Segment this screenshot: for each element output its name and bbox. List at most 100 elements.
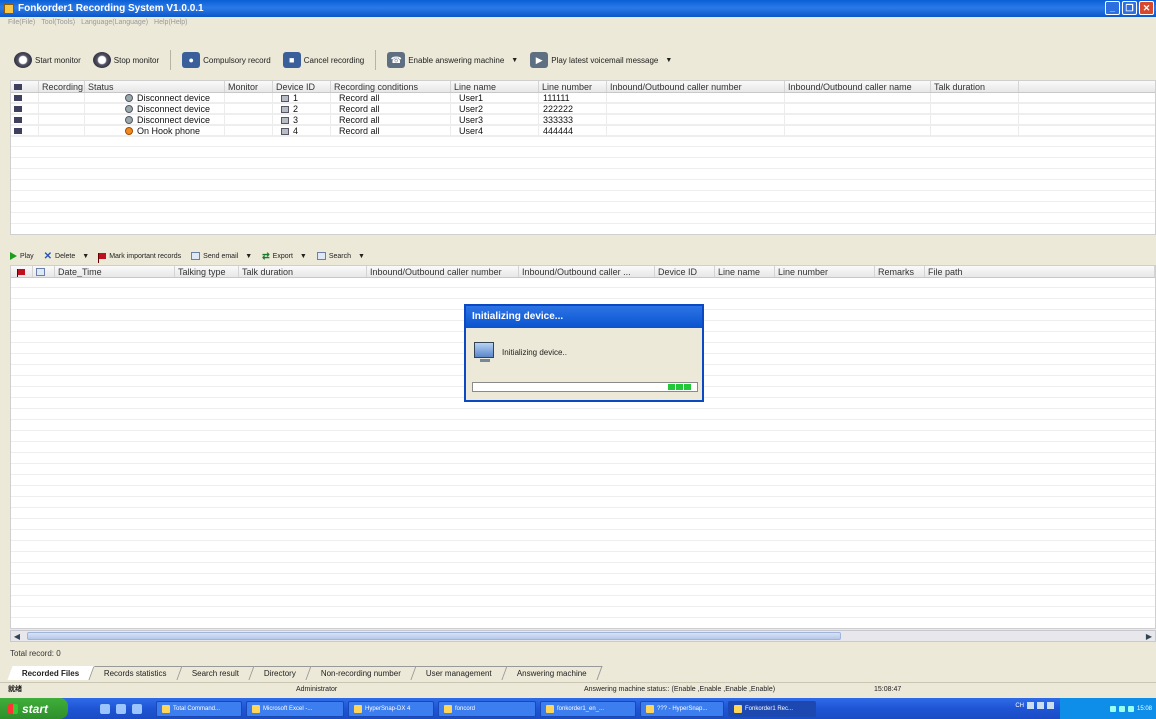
- col-header-monitor[interactable]: Monitor: [225, 81, 273, 92]
- menu-language[interactable]: Language(Language): [81, 19, 148, 26]
- close-button[interactable]: ✕: [1139, 1, 1154, 15]
- chevron-down-icon[interactable]: ▼: [245, 253, 252, 260]
- app-icon: [646, 704, 654, 713]
- col-header-device-id[interactable]: Device ID: [273, 81, 331, 92]
- horizontal-scrollbar[interactable]: ◀ ▶: [10, 630, 1156, 642]
- menu-file[interactable]: File(File): [8, 19, 35, 26]
- line-name-cell: User4: [451, 126, 539, 136]
- col-header-talk-duration[interactable]: Talk duration: [931, 81, 1019, 92]
- col-header-line-name[interactable]: Line name: [451, 81, 539, 92]
- col-header-caller-name[interactable]: Inbound/Outbound caller name: [785, 81, 931, 92]
- quick-launch-icon[interactable]: [116, 703, 126, 714]
- language-bar[interactable]: CH: [1015, 702, 1054, 709]
- col-header-date-time[interactable]: Date_Time: [55, 266, 175, 277]
- col-header-talk-duration[interactable]: Talk duration: [239, 266, 367, 277]
- col-header-device-id[interactable]: Device ID: [655, 266, 715, 277]
- col-header-caller-number[interactable]: Inbound/Outbound caller number: [607, 81, 785, 92]
- col-header-caller-name[interactable]: Inbound/Outbound caller ...: [519, 266, 655, 277]
- row-icon: [14, 128, 22, 134]
- scroll-left-icon[interactable]: ◀: [11, 631, 23, 641]
- progress-block: [676, 384, 683, 390]
- chevron-down-icon[interactable]: ▼: [300, 253, 307, 260]
- play-button[interactable]: Play: [10, 252, 34, 260]
- headset-icon: [14, 52, 32, 68]
- status-cell: Disconnect device: [137, 115, 211, 125]
- delete-label: Delete: [55, 252, 76, 260]
- tab-label: Directory: [264, 669, 297, 678]
- clock: 15:08: [1136, 705, 1152, 712]
- start-button[interactable]: start: [0, 698, 68, 719]
- line-name-cell: User2: [451, 104, 539, 114]
- export-button[interactable]: ⇄ Export ▼: [262, 251, 307, 262]
- table-row[interactable]: Disconnect device 1 Record all User1 111…: [11, 93, 1155, 104]
- task-hypersnap[interactable]: HyperSnap-DX 4: [348, 700, 434, 717]
- quick-launch-icon[interactable]: [132, 703, 142, 714]
- col-header-line-name[interactable]: Line name: [715, 266, 775, 277]
- task-total-commander[interactable]: Total Command...: [156, 700, 242, 717]
- status-cell: On Hook phone: [137, 126, 201, 136]
- task-excel[interactable]: Microsoft Excel -...: [246, 700, 344, 717]
- col-header-line-number[interactable]: Line number: [775, 266, 875, 277]
- tray-icon[interactable]: [1109, 705, 1116, 712]
- restore-button[interactable]: ❐: [1122, 1, 1137, 15]
- task-hypersnap-2[interactable]: ??? - HyperSnap...: [640, 700, 724, 717]
- chevron-down-icon[interactable]: ▼: [511, 57, 518, 64]
- task-fonkorder-recording[interactable]: Fonkorder1 Rec...: [728, 700, 816, 717]
- tray-icon[interactable]: [1127, 705, 1134, 712]
- line-number-cell: 444444: [539, 126, 607, 136]
- tab-directory[interactable]: Directory: [249, 666, 312, 680]
- delete-button[interactable]: ✕ Delete ▼: [44, 251, 90, 262]
- tab-records-statistics[interactable]: Records statistics: [89, 666, 183, 680]
- send-email-button[interactable]: Send email ▼: [191, 252, 252, 260]
- table-row[interactable]: Disconnect device 3 Record all User3 333…: [11, 115, 1155, 126]
- flag-icon: [17, 269, 25, 277]
- chevron-down-icon[interactable]: ▼: [665, 57, 672, 64]
- col-header-recording-conditions[interactable]: Recording conditions: [331, 81, 451, 92]
- col-header-recording[interactable]: Recording: [39, 81, 85, 92]
- tab-non-recording-number[interactable]: Non-recording number: [306, 666, 417, 680]
- col-header-talking-type[interactable]: Talking type: [175, 266, 239, 277]
- mark-important-button[interactable]: Mark important records: [98, 252, 182, 263]
- col-header-flag[interactable]: [11, 266, 33, 277]
- menu-help[interactable]: Help(Help): [154, 19, 187, 26]
- minimize-button[interactable]: _: [1105, 1, 1120, 15]
- stop-monitor-button[interactable]: Stop monitor: [89, 49, 163, 71]
- chevron-down-icon[interactable]: ▼: [358, 253, 365, 260]
- conditions-cell: Record all: [331, 104, 451, 114]
- scroll-right-icon[interactable]: ▶: [1143, 631, 1155, 641]
- chevron-down-icon[interactable]: ▼: [82, 253, 89, 260]
- col-header-status[interactable]: Status: [85, 81, 225, 92]
- task-fonkorder-folder[interactable]: fonkorder1_en_...: [540, 700, 636, 717]
- tab-user-management[interactable]: User management: [411, 666, 508, 680]
- col-header-remarks[interactable]: Remarks: [875, 266, 925, 277]
- quick-launch-icon[interactable]: [100, 703, 110, 714]
- folder-icon: [444, 704, 452, 713]
- scrollbar-thumb[interactable]: [27, 632, 841, 640]
- task-foncord[interactable]: foncord: [438, 700, 536, 717]
- enable-answering-machine-button[interactable]: ☎ Enable answering machine ▼: [383, 49, 522, 71]
- disconnected-icon: [125, 116, 133, 124]
- search-button[interactable]: Search ▼: [316, 252, 365, 260]
- table-row[interactable]: Disconnect device 2 Record all User2 222…: [11, 104, 1155, 115]
- conditions-cell: Record all: [331, 126, 451, 136]
- menu-tools[interactable]: Tool(Tools): [41, 19, 75, 26]
- tab-label: Non-recording number: [321, 669, 402, 678]
- mark-important-label: Mark important records: [109, 252, 182, 260]
- tab-search-result[interactable]: Search result: [177, 666, 255, 680]
- folder-icon: [354, 704, 362, 713]
- tray-icon[interactable]: [1118, 705, 1125, 712]
- play-voicemail-button[interactable]: ▶ Play latest voicemail message ▼: [526, 49, 676, 71]
- col-header-icon[interactable]: [11, 81, 39, 92]
- tab-recorded-files[interactable]: Recorded Files: [7, 666, 95, 680]
- start-monitor-button[interactable]: Start monitor: [10, 49, 85, 71]
- col-header-line-number[interactable]: Line number: [539, 81, 607, 92]
- table-row[interactable]: On Hook phone 4 Record all User4 444444: [11, 126, 1155, 137]
- tab-answering-machine[interactable]: Answering machine: [502, 666, 603, 680]
- windows-logo-icon: [8, 703, 18, 714]
- flag-icon: [98, 253, 107, 263]
- col-header-file-path[interactable]: File path: [925, 266, 1155, 277]
- cancel-recording-button[interactable]: ■ Cancel recording: [279, 49, 368, 71]
- col-header-caller-number[interactable]: Inbound/Outbound caller number: [367, 266, 519, 277]
- col-header-type[interactable]: [33, 266, 55, 277]
- compulsory-record-button[interactable]: ● Compulsory record: [178, 49, 275, 71]
